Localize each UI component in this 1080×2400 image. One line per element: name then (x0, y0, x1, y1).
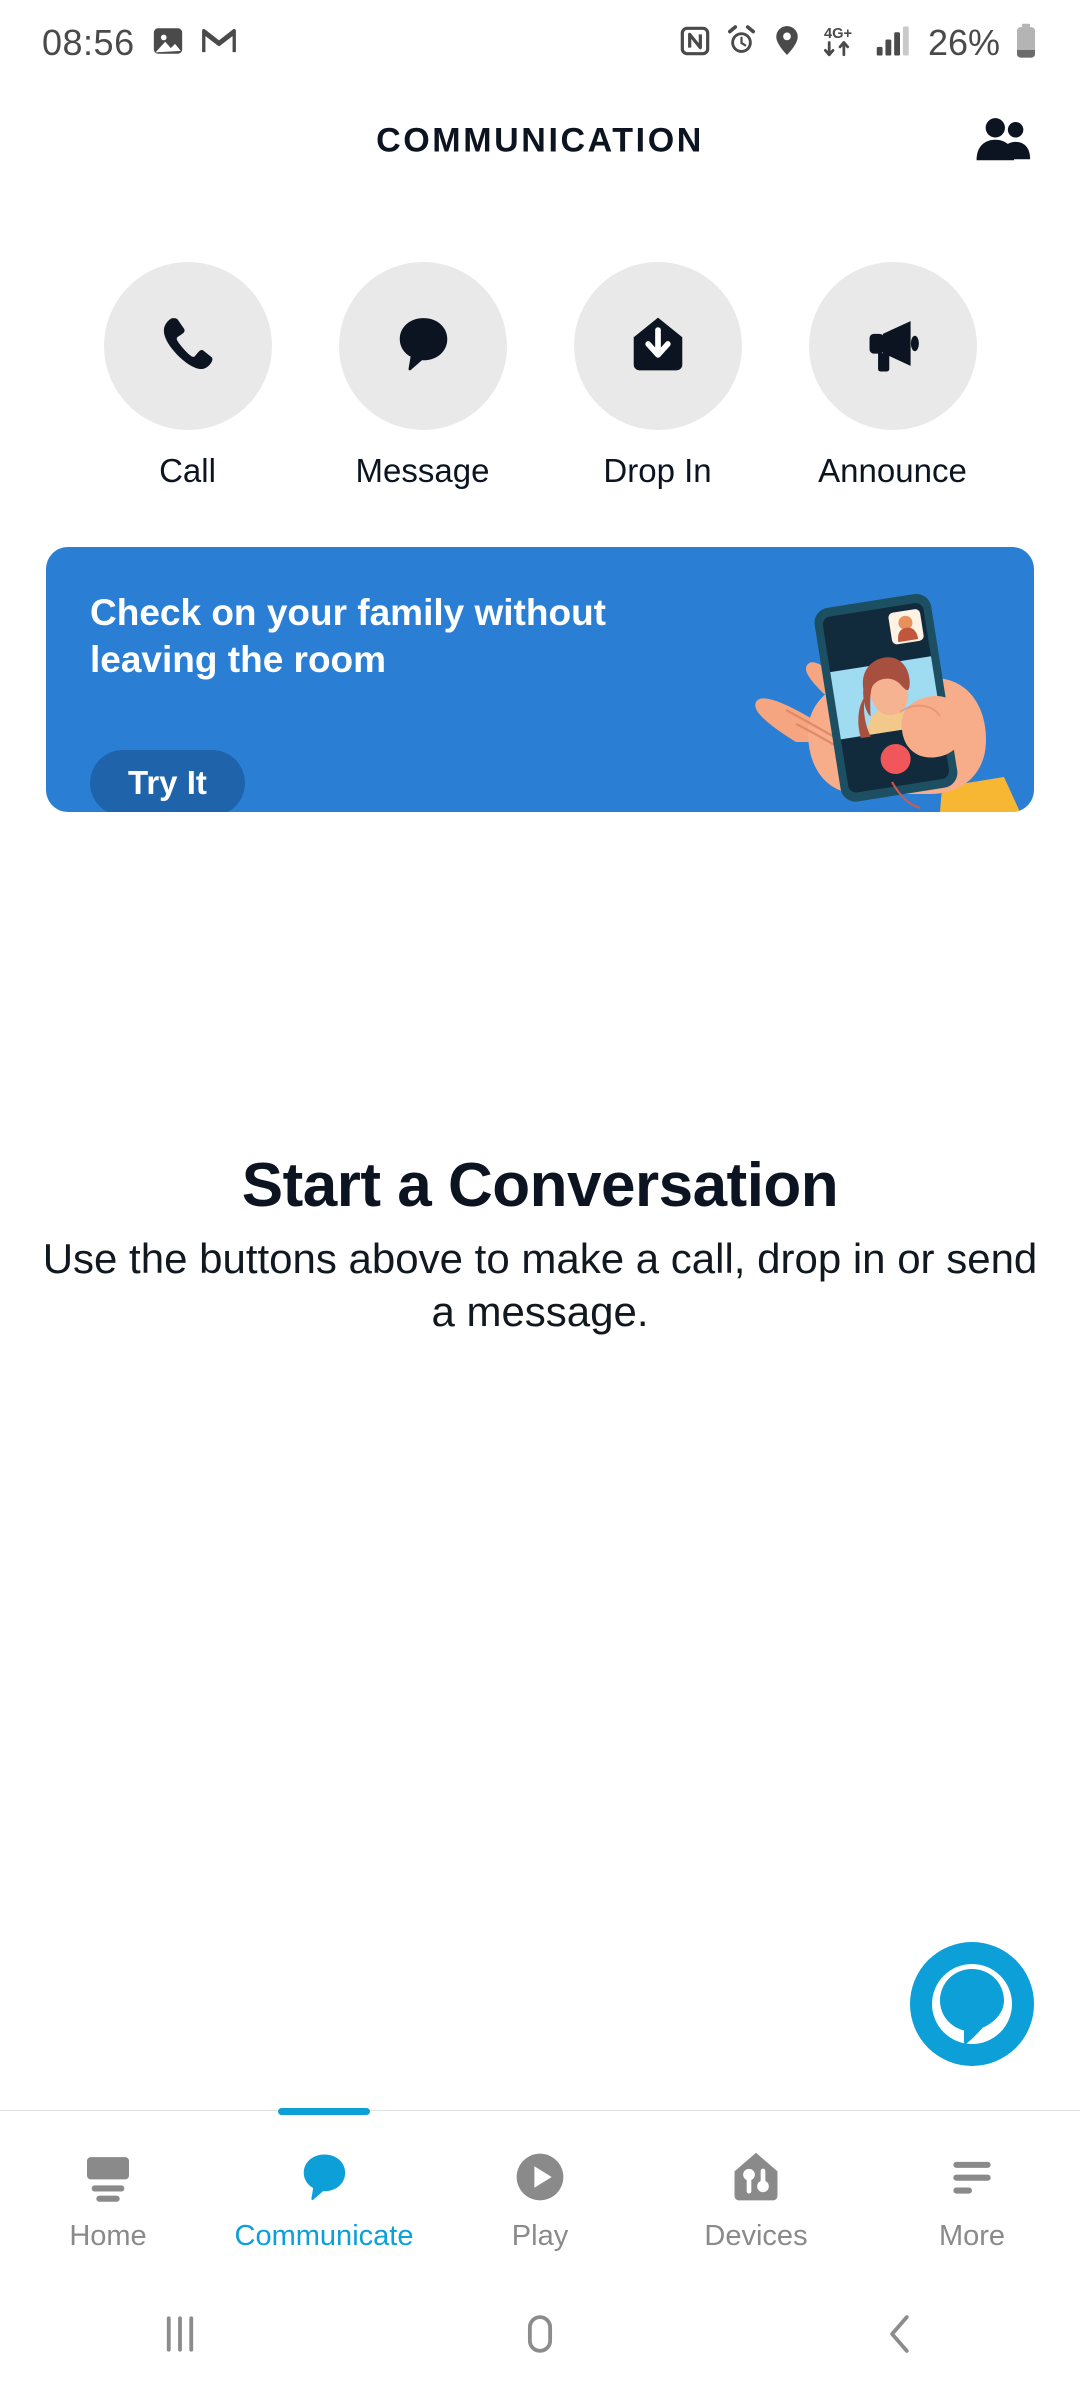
gmail-icon (201, 24, 237, 63)
quick-action-label: Announce (818, 452, 967, 489)
status-bar: 08:56 4G+ 26% (0, 0, 1080, 86)
app-screen: 08:56 4G+ 26% COMMUNICATION Call Message… (0, 0, 1080, 2400)
nav-label: Communicate (234, 2219, 414, 2252)
quick-action-drop-in-circle[interactable] (573, 262, 742, 430)
quick-action-label: Drop In (603, 452, 712, 489)
nav-item-play[interactable]: Play (432, 2111, 648, 2271)
recents-icon (153, 2307, 207, 2366)
quick-action-announce-circle[interactable] (808, 262, 977, 430)
back-button[interactable] (830, 2272, 970, 2400)
mobile-data-icon: 4G+ (816, 23, 860, 64)
home-button[interactable] (470, 2272, 610, 2400)
contacts-button[interactable] (968, 105, 1040, 177)
phone-icon (155, 311, 221, 382)
megaphone-icon (861, 312, 925, 381)
nfc-icon (679, 25, 711, 62)
signal-icon (874, 25, 910, 62)
location-icon (772, 24, 802, 62)
more-lines-icon (944, 2140, 1000, 2214)
promo-title: Check on your family without leaving the… (90, 592, 606, 681)
quick-action-message[interactable]: Message (338, 262, 508, 490)
quick-action-drop-in[interactable]: Drop In (573, 262, 743, 490)
alexa-button[interactable] (906, 1938, 1038, 2070)
nav-item-more[interactable]: More (864, 2111, 1080, 2271)
status-bar-left: 08:56 (42, 22, 237, 64)
app-header: COMMUNICATION (0, 86, 1080, 196)
speech-bubble-icon (392, 313, 454, 380)
quick-action-call-circle[interactable] (103, 262, 272, 430)
nav-label: More (938, 2219, 1006, 2252)
quick-action-message-circle[interactable] (338, 262, 507, 430)
quick-actions-row: Call Message Drop In Announce (0, 262, 1080, 490)
status-bar-right: 4G+ 26% (679, 22, 1038, 64)
hand-holding-phone-illustration (704, 582, 1034, 812)
svg-text:4G+: 4G+ (824, 26, 852, 42)
nav-label: Home (69, 2219, 147, 2252)
play-circle-icon (512, 2140, 568, 2214)
quick-action-call[interactable]: Call (103, 262, 273, 490)
quick-action-label: Message (355, 452, 490, 489)
contacts-icon (975, 115, 1033, 168)
bottom-navigation: Home Communicate Play Devices More (0, 2108, 1080, 2271)
nav-item-communicate[interactable]: Communicate (216, 2108, 432, 2271)
quick-action-announce[interactable]: Announce (808, 262, 978, 490)
speech-bubble-icon (297, 2140, 351, 2214)
echo-device-icon (80, 2140, 136, 2214)
nav-item-devices[interactable]: Devices (648, 2111, 864, 2271)
recents-button[interactable] (110, 2272, 250, 2400)
alarm-icon (725, 24, 758, 62)
back-icon (873, 2307, 927, 2366)
promo-card[interactable]: Check on your family without leaving the… (46, 547, 1034, 812)
empty-state-subtitle: Use the buttons above to make a call, dr… (42, 1235, 1038, 1335)
page-title: COMMUNICATION (376, 121, 704, 160)
empty-state-title: Start a Conversation (241, 1151, 839, 1220)
devices-house-icon (728, 2140, 784, 2214)
battery-icon (1014, 23, 1038, 64)
empty-state: Start a Conversation Use the buttons abo… (0, 1150, 1080, 1338)
drop-in-house-icon (627, 313, 689, 380)
nav-item-home[interactable]: Home (0, 2111, 216, 2271)
battery-percent: 26% (927, 22, 1000, 63)
system-navigation-bar (0, 2272, 1080, 2400)
alexa-icon (906, 1942, 1038, 2074)
photos-icon (151, 24, 185, 63)
status-time: 08:56 (42, 22, 135, 63)
nav-label: Devices (704, 2219, 808, 2252)
quick-action-label: Call (159, 452, 216, 489)
nav-label: Play (511, 2219, 569, 2252)
home-icon (513, 2307, 567, 2366)
try-it-button[interactable]: Try It (90, 750, 245, 812)
nav-active-indicator (278, 2108, 370, 2115)
